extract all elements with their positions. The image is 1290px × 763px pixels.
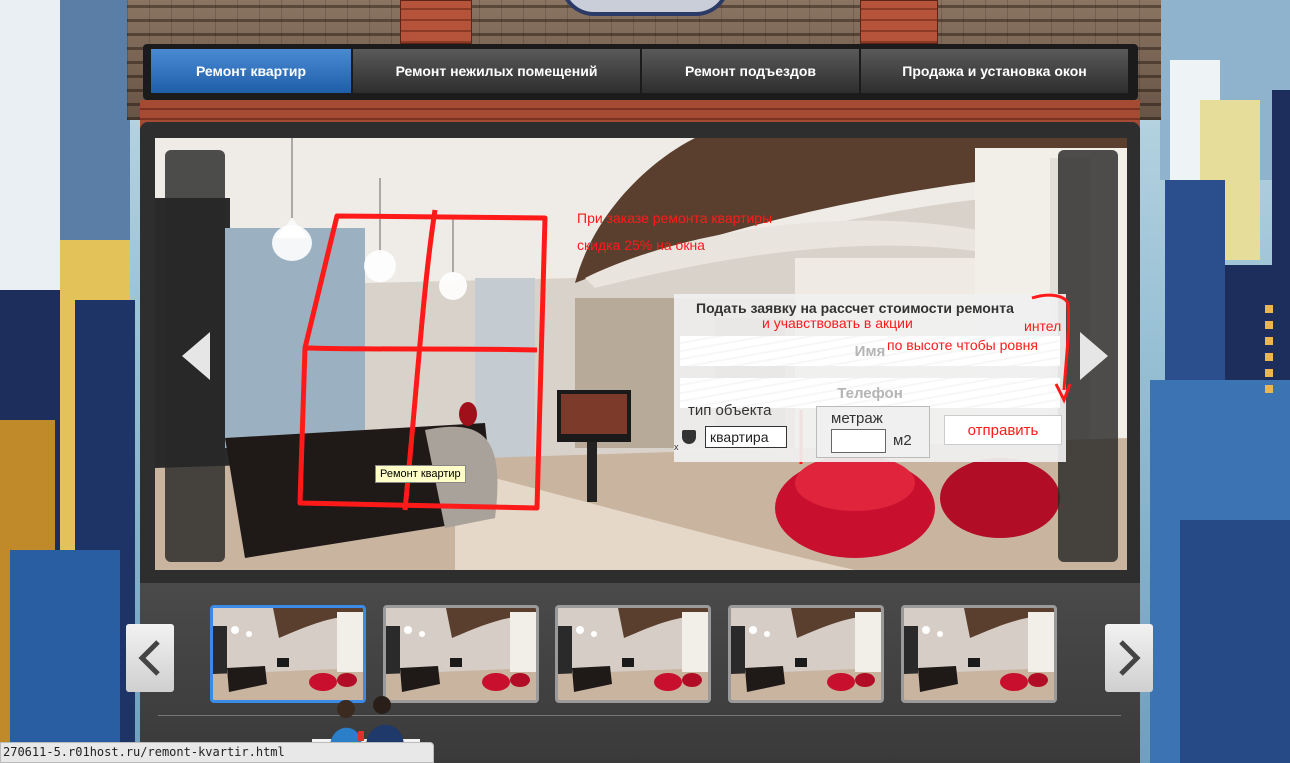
- stray-mark: x: [674, 442, 679, 452]
- thumbnail[interactable]: [555, 605, 711, 703]
- annotation-subtitle: и учавствовать в акции: [762, 315, 913, 331]
- request-form: Подать заявку на рассчет стоимости ремон…: [674, 294, 1066, 462]
- meter-unit: м2: [893, 432, 912, 449]
- thumbnail[interactable]: [383, 605, 539, 703]
- meter-label: метраж: [831, 410, 883, 427]
- thumb-next-button[interactable]: [1105, 624, 1153, 692]
- chimney: [860, 0, 938, 44]
- tooltip: Ремонт квартир: [375, 465, 466, 483]
- promo-line-1: При заказе ремонта квартиры: [577, 210, 773, 226]
- meter-input[interactable]: [831, 429, 886, 453]
- chevron-right-icon: [1119, 640, 1141, 676]
- chevron-left-icon: [138, 640, 160, 676]
- submit-button[interactable]: отправить: [944, 415, 1062, 445]
- promo-line-2: скидка 25% на окна: [577, 237, 705, 253]
- tab-remont-nezhilyh[interactable]: Ремонт нежилых помещений: [353, 49, 640, 93]
- meter-group: метраж м2: [816, 406, 930, 458]
- thumbnail[interactable]: [728, 605, 884, 703]
- chevron-left-icon[interactable]: [182, 332, 212, 380]
- annotation-right-2: по высоте чтобы ровня: [887, 337, 1038, 353]
- chevron-right-icon[interactable]: [1078, 332, 1108, 380]
- thumbnail[interactable]: [210, 605, 366, 703]
- tab-okna[interactable]: Продажа и установка окон: [861, 49, 1128, 93]
- annotation-arrow-icon: [1031, 293, 1072, 404]
- thumb-prev-button[interactable]: [126, 624, 174, 692]
- thumbnail[interactable]: [901, 605, 1057, 703]
- tab-remont-podezdov[interactable]: Ремонт подъездов: [642, 49, 859, 93]
- chimney: [400, 0, 472, 44]
- logo: [560, 0, 730, 16]
- form-title: Подать заявку на рассчет стоимости ремон…: [696, 300, 1014, 316]
- object-type-select[interactable]: квартира: [705, 426, 787, 448]
- object-type-label: тип объекта: [688, 402, 772, 419]
- tab-remont-kvartir[interactable]: Ремонт квартир: [151, 49, 351, 93]
- shield-icon: [682, 430, 696, 444]
- promo-text: При заказе ремонта квартиры скидка 25% н…: [577, 205, 772, 259]
- divider: [158, 715, 1121, 716]
- main-nav: Ремонт квартир Ремонт нежилых помещений …: [143, 44, 1138, 100]
- status-bar-url: 270611-5.r01host.ru/remont-kvartir.html: [0, 742, 434, 763]
